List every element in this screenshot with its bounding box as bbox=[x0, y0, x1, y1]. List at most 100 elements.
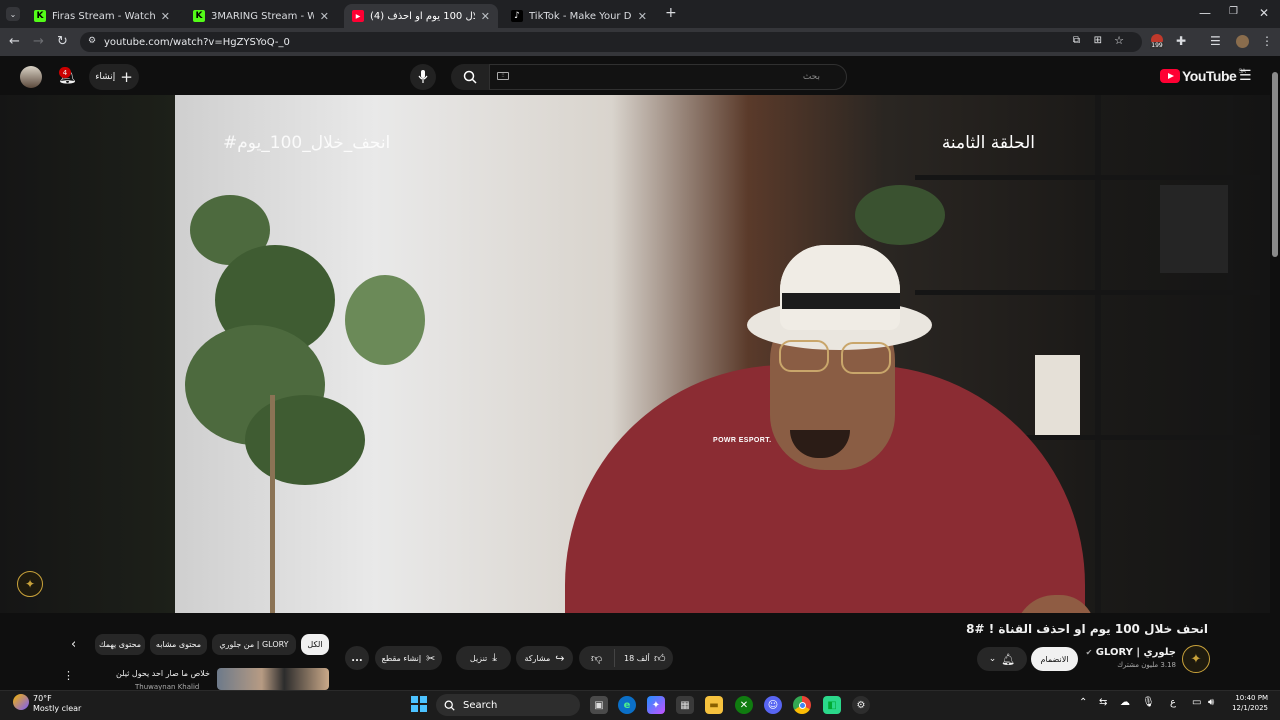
youtube-logo[interactable]: YouTube SA bbox=[1160, 68, 1246, 84]
shirt-brand-text: POWR ESPORT. bbox=[713, 437, 772, 444]
bookmark-star-icon[interactable]: ☆ bbox=[1114, 34, 1124, 47]
reading-list-icon[interactable]: ☰ bbox=[1210, 34, 1221, 48]
file-explorer-icon[interactable]: ▬ bbox=[705, 696, 723, 714]
search-icon bbox=[444, 700, 455, 711]
shelf-board bbox=[915, 290, 1260, 295]
video-title: انحف خلال 100 يوم او احذف القناة ! #8 bbox=[966, 622, 1208, 636]
like-count[interactable]: 18 ألف bbox=[624, 654, 650, 663]
shelf-box bbox=[1035, 355, 1080, 435]
chrome-menu-icon[interactable]: ⋮ bbox=[1261, 34, 1273, 48]
download-button[interactable]: تنزيل ⤓ bbox=[456, 646, 511, 670]
kick-icon: K bbox=[193, 10, 205, 22]
sync-icon[interactable]: ⇆ bbox=[1099, 697, 1107, 708]
close-tab-icon[interactable]: ✕ bbox=[161, 10, 170, 23]
translate-icon[interactable]: ⊞ bbox=[1094, 35, 1102, 46]
shelf-plant bbox=[855, 185, 945, 245]
ambient-right bbox=[1085, 95, 1270, 613]
input-language[interactable]: ع bbox=[1170, 697, 1176, 708]
channel-name[interactable]: جلوري | GLORY ✔ bbox=[1086, 647, 1176, 658]
chevron-left-icon[interactable]: ‹ bbox=[71, 637, 76, 652]
clock[interactable]: 10:40 PM 12/1/2025 bbox=[1228, 693, 1268, 713]
like-divider bbox=[614, 649, 615, 667]
site-info-icon[interactable]: ⚙ bbox=[88, 36, 96, 46]
scrollbar-thumb[interactable] bbox=[1272, 72, 1278, 257]
search-button[interactable] bbox=[451, 64, 489, 90]
close-tab-icon[interactable]: ✕ bbox=[638, 10, 647, 23]
person-hat-crown bbox=[780, 245, 900, 330]
tab-youtube-video[interactable]: ▶ (4) انحف خلال 100 يوم او احذف ✕ bbox=[344, 4, 498, 28]
chip-recommended[interactable]: محتوى يهمك bbox=[95, 634, 145, 655]
subscribed-bell-button[interactable]: ⌄ 🔔︎ bbox=[977, 647, 1027, 671]
channel-watermark-icon[interactable]: ✦ bbox=[17, 571, 43, 597]
onedrive-cloud-icon[interactable]: ☁ bbox=[1120, 697, 1130, 708]
weather-widget[interactable]: 70°F Mostly clear bbox=[33, 694, 81, 714]
tab-3maring-stream[interactable]: K 3MARING Stream - Watch Live ✕ bbox=[185, 4, 337, 28]
settings-gear-icon[interactable]: ⚙ bbox=[852, 696, 870, 714]
network-icon[interactable]: ▭ bbox=[1192, 697, 1201, 708]
maximize-icon[interactable]: ❐ bbox=[1229, 6, 1238, 17]
address-bar[interactable]: ⚙ youtube.com/watch?v=HgZYSYoQ-_0 ⧉ ⊞ ☆ bbox=[80, 32, 1142, 52]
chip-related[interactable]: محتوى مشابه bbox=[150, 634, 207, 655]
discord-icon[interactable]: ☺ bbox=[764, 696, 782, 714]
channel-avatar[interactable]: ✦ bbox=[1182, 645, 1210, 673]
show-hidden-icons[interactable]: ⌃ bbox=[1079, 697, 1087, 708]
more-options-icon[interactable]: ⋮ bbox=[63, 669, 74, 682]
person-hat-band bbox=[782, 293, 900, 309]
voice-search-button[interactable] bbox=[410, 64, 436, 90]
bell-icon: 🔔︎ bbox=[1001, 652, 1016, 666]
dislike-button[interactable]: 👎︎ bbox=[591, 652, 602, 665]
like-thumb-icon[interactable]: 👍︎ bbox=[654, 652, 666, 665]
forward-icon[interactable]: → bbox=[33, 34, 44, 49]
weather-icon[interactable] bbox=[13, 694, 29, 710]
back-icon[interactable]: ← bbox=[9, 34, 20, 49]
youtube-play-logo-icon bbox=[1160, 69, 1180, 83]
minimize-icon[interactable]: — bbox=[1199, 6, 1211, 20]
recommended-video-thumbnail[interactable] bbox=[217, 668, 329, 690]
search-input[interactable]: بحث bbox=[489, 64, 847, 90]
close-tab-icon[interactable]: ✕ bbox=[481, 10, 490, 23]
account-avatar[interactable] bbox=[20, 66, 42, 88]
share-button[interactable]: مشاركة ↪ bbox=[516, 646, 573, 670]
more-actions-button[interactable]: ... bbox=[345, 646, 369, 670]
chip-from-channel[interactable]: من جلوري | GLORY bbox=[212, 634, 296, 655]
tab-search-icon[interactable]: ⌄ bbox=[6, 7, 20, 21]
volume-icon[interactable]: 🔊︎ bbox=[1208, 697, 1214, 708]
new-tab-icon[interactable]: + bbox=[665, 5, 677, 21]
taskbar-search[interactable]: Search bbox=[436, 694, 580, 716]
shelf-record-box bbox=[1160, 185, 1228, 273]
download-icon: ⤓ bbox=[492, 651, 498, 664]
profile-avatar[interactable] bbox=[1236, 35, 1249, 48]
store-icon[interactable]: ▦ bbox=[676, 696, 694, 714]
plant-leaves bbox=[345, 275, 425, 365]
video-player[interactable]: الحلقة الثامنة #انحف_خلال_100_يوم POWR E… bbox=[0, 95, 1270, 613]
guide-menu-icon[interactable]: ☰ bbox=[1239, 68, 1252, 84]
notification-count-badge: 4 bbox=[59, 67, 71, 78]
chip-all[interactable]: الكل bbox=[301, 634, 329, 655]
chrome-icon[interactable] bbox=[793, 696, 811, 714]
android-studio-icon[interactable]: ◧ bbox=[823, 696, 841, 714]
person-glasses-left bbox=[779, 340, 829, 372]
plant-stem bbox=[270, 395, 275, 613]
close-tab-icon[interactable]: ✕ bbox=[320, 10, 329, 23]
extension-icon[interactable]: 199 bbox=[1150, 34, 1164, 50]
xbox-icon[interactable]: ✕ bbox=[735, 696, 753, 714]
clip-button[interactable]: إنشاء مقطع ✂ bbox=[375, 646, 442, 670]
task-view-icon[interactable]: ▣ bbox=[590, 696, 608, 714]
tab-firas-stream[interactable]: K Firas Stream - Watch Live on Ki ✕ bbox=[26, 4, 178, 28]
recommended-video-title[interactable]: خلاص ما صار احد يحول ثيلن bbox=[116, 669, 210, 678]
cast-icon[interactable]: ⧉ bbox=[1073, 35, 1080, 46]
recommended-video-channel[interactable]: Thuwaynan Khalid bbox=[135, 683, 199, 690]
video-frame[interactable] bbox=[175, 95, 1260, 613]
join-button[interactable]: الانضمام bbox=[1031, 647, 1078, 671]
create-button[interactable]: إنشاء + bbox=[89, 64, 139, 90]
close-window-icon[interactable]: ✕ bbox=[1259, 6, 1269, 20]
windows-start-icon[interactable] bbox=[411, 696, 427, 712]
share-arrow-icon: ↪ bbox=[555, 651, 565, 665]
tab-tiktok[interactable]: ♪ TikTok - Make Your Day ✕ bbox=[503, 4, 655, 28]
extensions-puzzle-icon[interactable]: ✚ bbox=[1176, 34, 1186, 48]
microphone-tray-icon[interactable]: 🎙︎ bbox=[1142, 697, 1155, 708]
copilot-icon[interactable]: ✦ bbox=[647, 696, 665, 714]
edge-icon[interactable]: e bbox=[618, 696, 636, 714]
reload-icon[interactable]: ↻ bbox=[57, 34, 68, 49]
keyboard-icon[interactable]: ⁝⁝ bbox=[497, 72, 509, 80]
